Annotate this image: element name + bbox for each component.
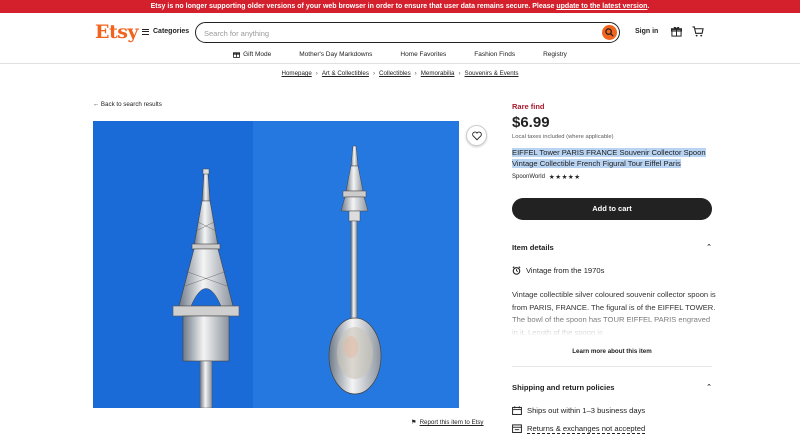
vintage-row: Vintage from the 1970s	[512, 266, 604, 275]
shop-info: SpoonWorld ★★★★★	[512, 173, 581, 181]
product-image[interactable]	[93, 121, 459, 408]
ships-label: Ships out within 1–3 business days	[527, 406, 646, 415]
etsy-logo[interactable]: Etsy	[95, 21, 139, 43]
breadcrumb-homepage[interactable]: Homepage	[282, 70, 312, 77]
breadcrumb-separator: ›	[315, 70, 318, 77]
product-title-text: EIFFEL Tower PARIS FRANCE Souvenir Colle…	[512, 148, 706, 168]
favorite-button[interactable]	[466, 125, 487, 146]
item-details-heading: Item details	[512, 243, 554, 252]
tax-note: Local taxes included (where applicable)	[512, 134, 614, 140]
subnav-registry[interactable]: Registry	[529, 46, 581, 63]
right-spoon	[328, 145, 382, 395]
price: $6.99	[512, 114, 550, 131]
menu-icon	[142, 28, 149, 35]
arrow-left-icon: ←	[93, 101, 100, 108]
eiffel-spoon-illustration	[172, 145, 382, 408]
flag-icon: ⚑	[411, 419, 417, 426]
heart-icon	[472, 131, 482, 141]
returns-label[interactable]: Returns & exchanges not accepted	[527, 424, 645, 433]
gift-icon	[233, 52, 241, 58]
breadcrumb: Homepage › Art & Collectibles › Collectibles…	[0, 70, 800, 77]
rare-find-badge: Rare find	[512, 102, 545, 111]
breadcrumb-separator: ›	[372, 70, 376, 77]
sign-in-link[interactable]: Sign in	[635, 28, 658, 35]
description-fade	[512, 310, 717, 337]
shop-name-link[interactable]: SpoonWorld	[512, 174, 545, 180]
chevron-up-icon: ⌃	[706, 384, 712, 391]
categories-button[interactable]: Categories	[142, 28, 189, 35]
breadcrumb-souvenirs[interactable]: Souvenirs & Events	[465, 70, 519, 77]
section-divider	[512, 366, 712, 367]
returns-row: Returns & exchanges not accepted	[512, 424, 645, 433]
breadcrumb-separator: ›	[458, 70, 461, 77]
item-details-header[interactable]: Item details ⌃	[512, 243, 712, 252]
search-icon	[605, 27, 614, 37]
breadcrumb-collectibles[interactable]: Collectibles	[379, 70, 411, 77]
back-label: Back to search results	[100, 101, 162, 108]
return-box-icon	[512, 424, 522, 433]
breadcrumb-art-collectibles[interactable]: Art & Collectibles	[322, 70, 369, 77]
left-tower-closeup	[172, 168, 240, 408]
product-title: EIFFEL Tower PARIS FRANCE Souvenir Colle…	[512, 147, 717, 169]
search-button[interactable]	[602, 24, 617, 40]
report-item-link[interactable]: ⚑ Report this item to Etsy	[411, 419, 484, 426]
search-bar	[195, 22, 620, 43]
calendar-icon	[512, 406, 522, 415]
category-subnav: Gift Mode Mother's Day Markdowns Home Fa…	[0, 46, 800, 64]
vintage-label: Vintage from the 1970s	[526, 266, 605, 275]
gift-icon[interactable]	[671, 26, 682, 37]
add-to-cart-button[interactable]: Add to cart	[512, 198, 712, 220]
shipping-header[interactable]: Shipping and return policies ⌃	[512, 383, 712, 392]
cart-icon[interactable]	[692, 26, 704, 37]
breadcrumb-memorabilia[interactable]: Memorabilia	[421, 70, 455, 77]
subnav-gift-mode[interactable]: Gift Mode	[219, 46, 285, 63]
back-to-search-link[interactable]: ← Back to search results	[93, 101, 162, 108]
browser-warning-banner: Etsy is no longer supporting older versi…	[0, 0, 800, 13]
banner-text: Etsy is no longer supporting older versi…	[150, 3, 557, 10]
shipping-heading: Shipping and return policies	[512, 383, 615, 392]
breadcrumb-separator: ›	[414, 70, 417, 77]
star-rating[interactable]: ★★★★★	[549, 173, 581, 181]
subnav-label: Gift Mode	[243, 50, 272, 58]
subnav-fashion-finds[interactable]: Fashion Finds	[460, 46, 529, 63]
learn-more-link[interactable]: Learn more about this item	[512, 348, 712, 355]
chevron-up-icon: ⌃	[706, 244, 712, 251]
ships-out-row: Ships out within 1–3 business days	[512, 406, 645, 415]
subnav-home-favorites[interactable]: Home Favorites	[386, 46, 460, 63]
report-label: Report this item to Etsy	[419, 419, 484, 426]
banner-end: .	[647, 3, 650, 10]
search-input[interactable]	[204, 24, 584, 43]
update-browser-link[interactable]: update to the latest version	[556, 3, 647, 10]
categories-label: Categories	[153, 28, 190, 35]
subnav-mothers-day[interactable]: Mother's Day Markdowns	[285, 46, 386, 63]
alarm-clock-icon	[512, 266, 521, 275]
